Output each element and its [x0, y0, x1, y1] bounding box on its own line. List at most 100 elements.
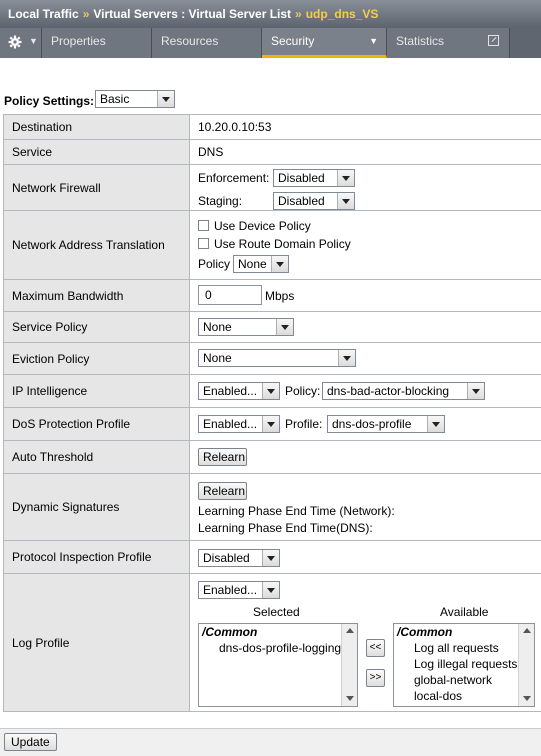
- policy-settings-label: Policy Settings:: [4, 94, 95, 108]
- move-right-button[interactable]: >>: [366, 669, 385, 687]
- external-link-icon: [488, 35, 499, 46]
- scroll-up-icon[interactable]: [519, 626, 534, 636]
- dynamic-signatures-relearn-button[interactable]: Relearn: [198, 482, 247, 500]
- table-row: Service Policy None: [3, 312, 541, 343]
- update-button[interactable]: Update: [4, 733, 57, 751]
- chevron-down-icon: [338, 350, 355, 366]
- policy-settings-select[interactable]: Basic: [95, 90, 175, 108]
- ip-intelligence-policy-select[interactable]: dns-bad-actor-blocking: [322, 382, 485, 400]
- nat-policy-label: Policy: [198, 257, 231, 271]
- chevron-down-icon: [262, 416, 279, 432]
- table-row: Destination 10.20.0.10:53: [3, 115, 541, 140]
- footer-bar: [0, 728, 541, 756]
- settings-menu-button[interactable]: ▼: [0, 28, 42, 58]
- service-value: DNS: [198, 145, 224, 159]
- table-row: Dynamic Signatures Relearn Learning Phas…: [3, 474, 541, 541]
- scrollbar[interactable]: [341, 624, 357, 706]
- table-row: Maximum Bandwidth 0 Mbps: [3, 280, 541, 312]
- chevron-down-icon: [427, 416, 444, 432]
- staging-select[interactable]: Disabled: [273, 192, 355, 210]
- list-item[interactable]: dns-dos-profile-logging: [199, 640, 357, 656]
- breadcrumb-separator: »: [82, 7, 90, 21]
- list-item[interactable]: local-dos: [394, 688, 534, 704]
- eviction-policy-select[interactable]: None: [198, 349, 356, 367]
- chevron-down-icon: [262, 383, 279, 399]
- protocol-inspection-select[interactable]: Disabled: [198, 549, 280, 567]
- scroll-down-icon[interactable]: [519, 694, 534, 704]
- dos-protection-select[interactable]: Enabled...: [198, 415, 280, 433]
- available-header: Available: [440, 605, 489, 619]
- tab-security[interactable]: Security ▼: [262, 28, 387, 58]
- learning-phase-dns: Learning Phase End Time(DNS):: [198, 521, 373, 535]
- breadcrumb-current: udp_dns_VS: [305, 7, 379, 21]
- service-policy-value: None: [203, 320, 232, 334]
- use-route-domain-policy-label: Use Route Domain Policy: [214, 237, 351, 251]
- dos-protection-value: Enabled...: [203, 417, 258, 431]
- nat-policy-value: None: [238, 257, 267, 271]
- selected-header: Selected: [253, 605, 300, 619]
- row-label: Service Policy: [3, 312, 190, 342]
- list-item[interactable]: Log illegal requests: [394, 656, 534, 672]
- selected-group-header: /Common: [202, 625, 258, 639]
- breadcrumb-virtual-server-list[interactable]: Virtual Servers : Virtual Server List: [93, 7, 291, 21]
- row-label: Protocol Inspection Profile: [3, 541, 190, 573]
- log-profile-select[interactable]: Enabled...: [198, 581, 280, 599]
- table-row: Auto Threshold Relearn: [3, 441, 541, 474]
- auto-threshold-relearn-button[interactable]: Relearn: [198, 448, 247, 466]
- row-label: Eviction Policy: [3, 343, 190, 374]
- dos-profile-label: Profile:: [285, 417, 323, 431]
- tab-properties[interactable]: Properties: [42, 28, 152, 58]
- eviction-policy-value: None: [203, 351, 232, 365]
- list-item[interactable]: Log all requests: [394, 640, 534, 656]
- row-label: Network Firewall: [3, 165, 190, 210]
- use-device-policy-checkbox[interactable]: [198, 220, 209, 231]
- move-left-button[interactable]: <<: [366, 639, 385, 657]
- service-policy-select[interactable]: None: [198, 318, 294, 336]
- tab-resources-label: Resources: [161, 34, 219, 48]
- scrollbar[interactable]: [518, 624, 534, 706]
- learning-phase-network: Learning Phase End Time (Network):: [198, 504, 395, 518]
- chevron-down-icon: [271, 256, 288, 272]
- scroll-down-icon[interactable]: [342, 694, 357, 704]
- row-label: Log Profile: [3, 574, 190, 711]
- chevron-down-icon: [337, 170, 354, 186]
- enforcement-select[interactable]: Disabled: [273, 169, 355, 187]
- chevron-down-icon: [262, 550, 279, 566]
- use-route-domain-policy-checkbox[interactable]: [198, 238, 209, 249]
- use-device-policy-label: Use Device Policy: [214, 219, 311, 233]
- available-group-header: /Common: [397, 625, 453, 639]
- tab-properties-label: Properties: [51, 34, 106, 48]
- table-row: Network Firewall Enforcement: Disabled S…: [3, 165, 541, 211]
- row-label: Auto Threshold: [3, 441, 190, 473]
- gear-icon: [8, 35, 22, 49]
- table-row: Protocol Inspection Profile Disabled: [3, 541, 541, 574]
- tab-resources[interactable]: Resources: [152, 28, 262, 58]
- breadcrumb: Local Traffic» Virtual Servers : Virtual …: [0, 0, 541, 28]
- list-item[interactable]: global-network: [394, 672, 534, 688]
- dos-profile-value: dns-dos-profile: [332, 417, 412, 431]
- table-row: IP Intelligence Enabled... Policy: dns-b…: [3, 375, 541, 408]
- protocol-inspection-value: Disabled: [203, 551, 250, 565]
- enforcement-value: Disabled: [278, 171, 325, 185]
- ip-intelligence-policy-value: dns-bad-actor-blocking: [327, 384, 450, 398]
- max-bandwidth-input[interactable]: 0: [198, 285, 262, 305]
- breadcrumb-local-traffic[interactable]: Local Traffic: [8, 7, 79, 21]
- ip-intelligence-value: Enabled...: [203, 384, 258, 398]
- row-label: DoS Protection Profile: [3, 408, 190, 440]
- row-label: Service: [3, 140, 190, 164]
- dos-profile-select[interactable]: dns-dos-profile: [327, 415, 445, 433]
- enforcement-label: Enforcement:: [198, 171, 270, 185]
- chevron-down-icon: ▼: [369, 36, 378, 46]
- scroll-up-icon[interactable]: [342, 626, 357, 636]
- staging-value: Disabled: [278, 194, 325, 208]
- nat-policy-select[interactable]: None: [233, 255, 289, 273]
- table-row: DoS Protection Profile Enabled... Profil…: [3, 408, 541, 441]
- chevron-down-icon: [276, 319, 293, 335]
- ip-intelligence-select[interactable]: Enabled...: [198, 382, 280, 400]
- tab-statistics[interactable]: Statistics: [387, 28, 510, 58]
- chevron-down-icon: [157, 91, 174, 107]
- selected-log-profiles-list[interactable]: /Common dns-dos-profile-logging: [198, 623, 358, 707]
- staging-label: Staging:: [198, 194, 243, 208]
- available-log-profiles-list[interactable]: /Common Log all requests Log illegal req…: [393, 623, 535, 707]
- row-label: IP Intelligence: [3, 375, 190, 407]
